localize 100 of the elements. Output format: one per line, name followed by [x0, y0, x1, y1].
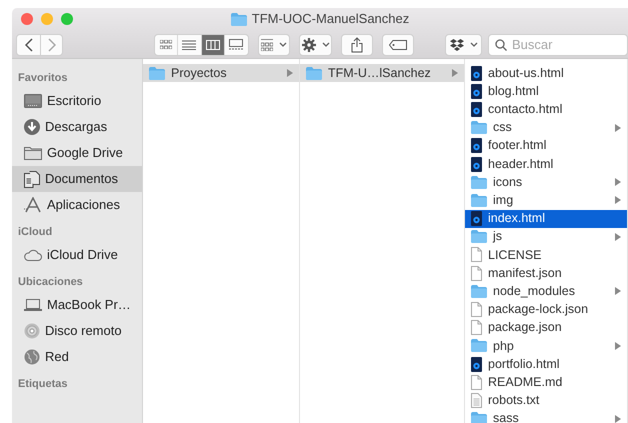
disc-icon	[24, 323, 40, 339]
documents-icon	[24, 170, 40, 188]
html-file-icon	[471, 66, 482, 81]
file-row[interactable]: footer.html	[465, 136, 627, 155]
file-row[interactable]: README.md	[465, 373, 627, 392]
html-file-icon	[471, 156, 482, 172]
file-row[interactable]: package-lock.json	[465, 300, 627, 319]
sidebar-item[interactable]: Red	[12, 344, 142, 370]
gallery-icon	[229, 39, 244, 50]
file-row[interactable]: header.html	[465, 154, 627, 174]
globe-icon	[24, 349, 40, 365]
disclosure-arrow-icon[interactable]	[615, 232, 621, 241]
action-button[interactable]	[298, 34, 332, 56]
view-mode-control[interactable]	[154, 34, 249, 56]
file-row[interactable]: php	[465, 336, 627, 355]
file-row[interactable]: img	[465, 191, 627, 210]
sidebar-item[interactable]: Descargas	[12, 114, 142, 140]
disclosure-arrow-icon[interactable]	[615, 342, 621, 350]
laptop-icon	[24, 299, 42, 311]
file-row[interactable]: index.html	[465, 210, 627, 228]
folder-icon	[471, 230, 487, 244]
sidebar-item[interactable]: Google Drive	[12, 140, 142, 166]
folder-icon	[471, 176, 487, 189]
chevron-left-icon	[24, 38, 33, 52]
disclosure-arrow-icon[interactable]	[615, 196, 621, 204]
file-row[interactable]: contacto.html	[465, 100, 627, 119]
boxes-icon	[450, 38, 464, 50]
cloud-icon	[24, 249, 42, 261]
section-heading: Favoritos	[17, 71, 69, 86]
boxes-menu-button[interactable]	[445, 34, 482, 56]
zoom-button[interactable]	[61, 13, 73, 25]
share-button[interactable]	[341, 34, 374, 56]
columns-icon	[206, 40, 220, 50]
file-row[interactable]: css	[465, 118, 627, 137]
text-file-icon	[471, 392, 482, 408]
folder-icon	[471, 412, 487, 423]
disclosure-arrow-icon[interactable]	[615, 178, 621, 186]
folder-icon	[471, 121, 487, 134]
file-row[interactable]: LICENSE	[465, 246, 627, 264]
section-heading: iCloud	[17, 225, 54, 240]
folder-icon	[306, 66, 322, 80]
folder-icon	[471, 284, 487, 298]
file-row[interactable]: package.json	[465, 318, 627, 337]
document-icon	[471, 302, 482, 318]
file-row[interactable]: sass	[465, 410, 627, 423]
search-field[interactable]: Buscar	[488, 34, 628, 56]
desktop-icon	[24, 94, 42, 108]
disclosure-arrow-icon[interactable]	[287, 69, 293, 78]
sidebar-item[interactable]: Documentos	[12, 166, 142, 192]
html-file-icon	[471, 138, 482, 154]
tag-button[interactable]	[382, 34, 414, 56]
document-icon	[471, 266, 482, 281]
sidebar-item[interactable]: MacBook Pr…	[12, 292, 142, 318]
sidebar-item[interactable]: Escritorio	[12, 88, 142, 114]
html-file-icon	[471, 84, 482, 99]
document-icon	[471, 247, 482, 262]
section-heading: Etiquetas	[17, 377, 69, 392]
back-button[interactable]	[16, 34, 42, 56]
grid-icon	[160, 40, 172, 49]
disclosure-arrow-icon[interactable]	[452, 69, 458, 78]
html-file-icon	[471, 102, 482, 117]
chevron-right-icon	[48, 38, 56, 52]
group-button[interactable]	[258, 34, 290, 56]
document-icon	[471, 320, 482, 336]
folder-icon	[149, 66, 165, 80]
apps-icon	[24, 197, 42, 213]
file-row[interactable]: node_modules	[465, 282, 627, 300]
disclosure-arrow-icon[interactable]	[615, 414, 621, 423]
grid-icon	[260, 38, 273, 50]
file-row[interactable]: robots.txt	[465, 391, 627, 410]
sidebar-item[interactable]: Aplicaciones	[12, 192, 142, 218]
tag-icon	[389, 40, 408, 50]
window-title: TFM-UOC-ManuelSanchez	[252, 10, 410, 28]
file-row[interactable]: TFM-U…lSanchez	[300, 64, 464, 82]
file-row[interactable]: icons	[465, 173, 627, 192]
close-button[interactable]	[21, 13, 33, 25]
file-row[interactable]: about-us.html	[465, 64, 627, 82]
section-heading: Ubicaciones	[17, 275, 84, 290]
html-file-icon	[471, 211, 482, 226]
folder-icon	[471, 339, 487, 352]
chevron-down-icon	[278, 42, 287, 48]
list-icon	[182, 40, 196, 50]
gear-icon	[302, 38, 316, 52]
chevron-down-icon	[470, 42, 478, 48]
file-row[interactable]: portfolio.html	[465, 355, 627, 374]
document-icon	[471, 374, 482, 390]
download-icon	[24, 119, 40, 135]
file-row[interactable]: manifest.json	[465, 264, 627, 282]
folder-icon	[471, 194, 487, 207]
file-row[interactable]: js	[465, 228, 627, 246]
sidebar-item[interactable]: Disco remoto	[12, 318, 142, 344]
columns-view-button[interactable]	[202, 34, 225, 54]
chevron-down-icon	[322, 42, 330, 48]
folder-icon	[24, 146, 42, 160]
share-icon	[351, 36, 364, 52]
disclosure-arrow-icon[interactable]	[615, 287, 621, 296]
disclosure-arrow-icon[interactable]	[615, 124, 621, 132]
sidebar-item[interactable]: iCloud Drive	[12, 242, 142, 268]
file-row[interactable]: blog.html	[465, 82, 627, 100]
file-row[interactable]: Proyectos	[143, 64, 299, 82]
